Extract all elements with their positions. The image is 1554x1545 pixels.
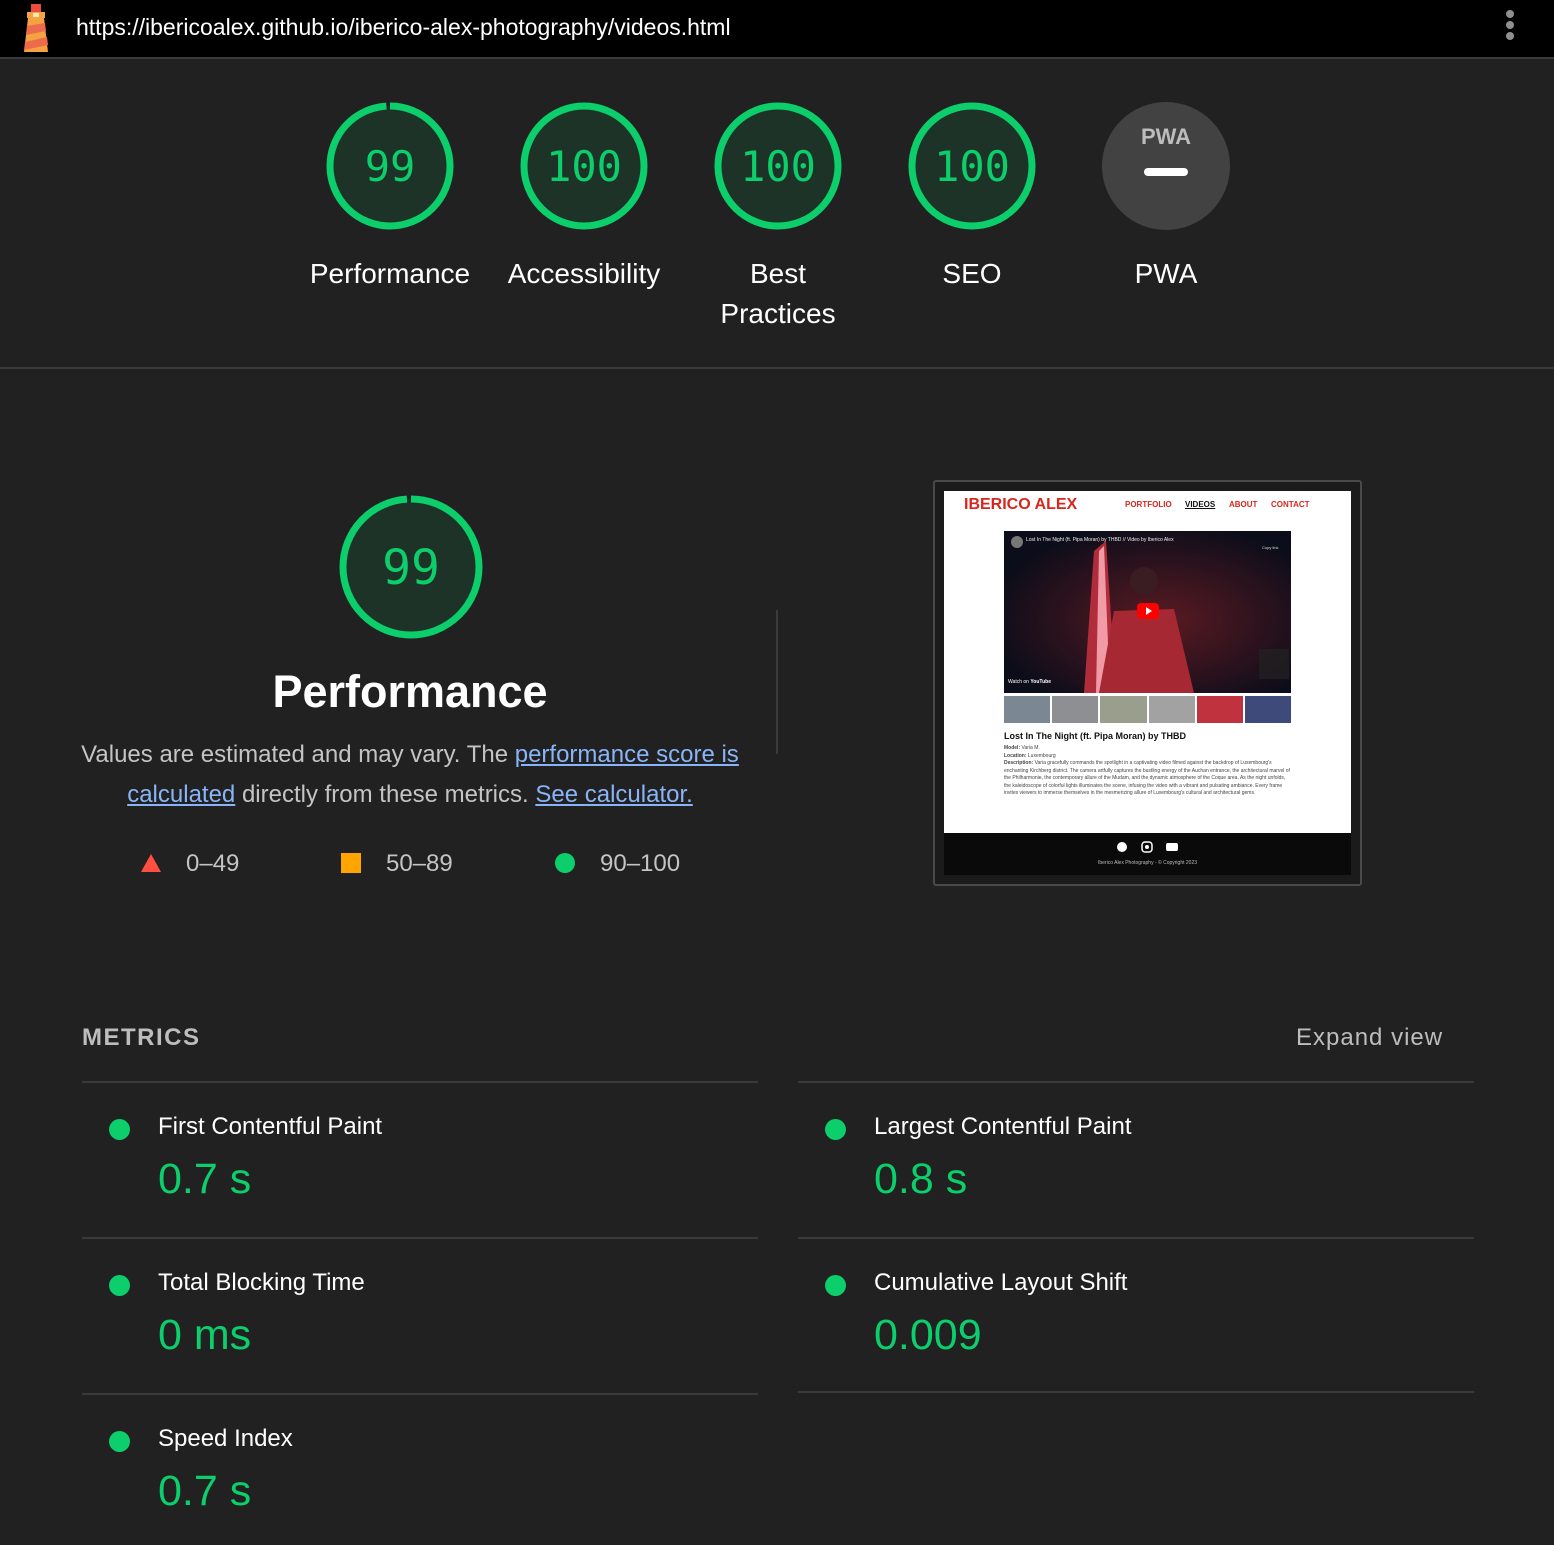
thumbnail (1052, 696, 1099, 723)
metric-title: Speed Index (158, 1425, 293, 1452)
see-calculator-link[interactable]: See calculator. (535, 781, 692, 808)
copy-link-text: Copy link (1262, 545, 1279, 550)
gauge-score: 100 (740, 142, 816, 191)
social-icons (1117, 841, 1178, 853)
metric-title: Cumulative Layout Shift (874, 1269, 1128, 1296)
metric-title: Largest Contentful Paint (874, 1113, 1132, 1140)
gauge-label: SEO (942, 258, 1002, 289)
gauge-ring-icon: 100 (714, 102, 842, 230)
more-options-icon[interactable] (1500, 10, 1520, 46)
legend-pass: 90–100 (554, 850, 680, 884)
gauge-pwa[interactable]: PWA PWA (1066, 100, 1266, 294)
screenshot-nav-videos: VIDEOS (1185, 500, 1216, 509)
gauge-score: 99 (365, 142, 416, 191)
video-title-text: Lost In The Night (ft. Pipa Moran) by TH… (1026, 537, 1174, 543)
gauge-ring-icon: 100 (908, 102, 1036, 230)
legend-range: 50–89 (386, 850, 453, 877)
legend-range: 90–100 (600, 850, 681, 877)
screenshot-footer: Iberico Alex Photography - © Copyright 2… (944, 833, 1351, 875)
gauge-score: 100 (934, 142, 1010, 191)
average-square-icon (341, 853, 361, 873)
gauge-label: Best Practices (720, 258, 836, 329)
screenshot-nav-contact: CONTACT (1271, 500, 1310, 509)
gauge-ring-icon: 99 (326, 102, 454, 230)
metric-value: 0.7 s (158, 1467, 252, 1515)
pass-circle-icon (109, 1119, 130, 1140)
metric-title: First Contentful Paint (158, 1113, 383, 1140)
description-text: Values are estimated and may vary. The (81, 741, 515, 768)
legend-average: 50–89 (340, 850, 453, 884)
metric-total-blocking-time: Total Blocking Time 0 ms (82, 1239, 758, 1389)
pass-circle-icon (555, 853, 575, 873)
gauge-seo[interactable]: 100 SEO (872, 100, 1072, 294)
gauge-performance[interactable]: 99 Performance (290, 100, 490, 294)
top-bar: https://ibericoalex.github.io/iberico-al… (0, 0, 1554, 59)
watch-on-youtube: Watch on YouTube (1008, 679, 1051, 685)
screenshot-brand: IBERICO ALEX (964, 496, 1078, 513)
pwa-badge-text: PWA (1141, 124, 1191, 149)
screenshot-details: Model: Varia M. Location: Luxembourg Des… (1004, 745, 1290, 796)
screenshot-thumbnails (1004, 696, 1292, 723)
section-divider (0, 367, 1554, 369)
metric-largest-contentful-paint: Largest Contentful Paint 0.8 s (798, 1083, 1474, 1233)
thumbnail (1148, 696, 1195, 723)
gauge-score: 100 (546, 142, 622, 191)
gauge-label: Accessibility (507, 258, 661, 289)
report-url[interactable]: https://ibericoalex.github.io/iberico-al… (76, 14, 731, 41)
gauge-accessibility[interactable]: 100 Accessibility (484, 100, 684, 294)
thumbnail (1196, 696, 1243, 723)
pass-circle-icon (109, 1431, 130, 1452)
performance-score: 99 (382, 540, 440, 596)
thumbnail (1100, 696, 1147, 723)
screenshot-nav-about: ABOUT (1229, 500, 1258, 509)
metric-value: 0.8 s (874, 1155, 968, 1203)
gauge-best-practices[interactable]: 100 Best Practices (678, 100, 878, 334)
screenshot-nav-portfolio: PORTFOLIO (1125, 500, 1172, 509)
youtube-play-icon (1137, 603, 1159, 619)
pass-circle-icon (109, 1275, 130, 1296)
pwa-badge-icon: PWA (1102, 102, 1230, 230)
metrics-heading: METRICS (82, 1024, 201, 1051)
legend-fail: 0–49 (140, 850, 239, 884)
metric-value: 0.009 (874, 1311, 982, 1359)
metric-cumulative-layout-shift: Cumulative Layout Shift 0.009 (798, 1239, 1474, 1389)
thumbnail (1004, 696, 1051, 723)
performance-description: Values are estimated and may vary. The p… (80, 735, 740, 815)
screenshot-page: IBERICO ALEX PORTFOLIO VIDEOS ABOUT CONT… (944, 491, 1351, 875)
screenshot-video-player: Lost In The Night (ft. Pipa Moran) by TH… (1004, 531, 1291, 693)
gauge-label: PWA (1134, 258, 1198, 289)
expand-view-button[interactable]: Expand view (1296, 1024, 1443, 1052)
metric-first-contentful-paint: First Contentful Paint 0.7 s (82, 1083, 758, 1233)
screenshot-copyright: Iberico Alex Photography - © Copyright 2… (1097, 860, 1198, 866)
metric-value: 0 ms (158, 1311, 252, 1359)
screenshot-heading: Lost In The Night (ft. Pipa Moran) by TH… (1004, 731, 1186, 741)
description-text: directly from these metrics. (235, 781, 536, 808)
metric-value: 0.7 s (158, 1155, 252, 1203)
gauge-label: Performance (309, 258, 471, 289)
metric-title: Total Blocking Time (158, 1269, 365, 1296)
thumbnail (1244, 696, 1292, 723)
performance-gauge: 99 (339, 495, 483, 639)
vertical-divider (776, 610, 778, 754)
gauge-ring-icon: 100 (520, 102, 648, 230)
legend-range: 0–49 (186, 850, 240, 877)
final-screenshot[interactable]: IBERICO ALEX PORTFOLIO VIDEOS ABOUT CONT… (933, 480, 1362, 886)
metric-speed-index: Speed Index 0.7 s (82, 1395, 758, 1545)
fail-triangle-icon (141, 854, 161, 872)
performance-title: Performance (272, 666, 548, 717)
metric-divider (798, 1391, 1474, 1393)
lighthouse-logo-icon (24, 4, 48, 52)
pass-circle-icon (825, 1275, 846, 1296)
pass-circle-icon (825, 1119, 846, 1140)
